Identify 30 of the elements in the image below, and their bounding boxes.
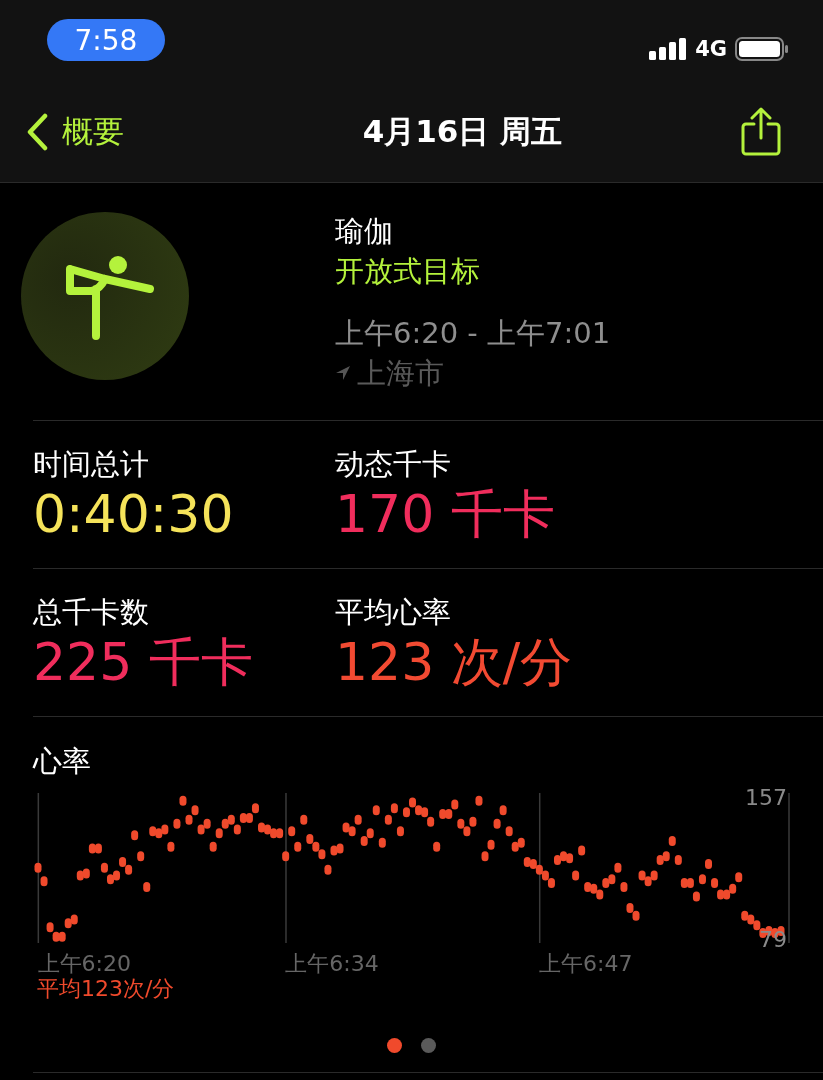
chart-title: 心率: [33, 743, 92, 780]
chevron-left-icon: [26, 113, 48, 151]
metric-value: 123 次/分: [335, 631, 574, 693]
metric-value: 225 千卡: [33, 631, 254, 693]
location-label: 上海市: [357, 355, 444, 392]
metric-value: 170 千卡: [335, 483, 556, 545]
metric-label: 总千卡数: [33, 594, 150, 631]
network-label: 4G: [695, 37, 727, 61]
status-time: 7:58: [47, 19, 165, 61]
x-tick-label: 上午6:47: [539, 951, 633, 976]
location-arrow-icon: [335, 365, 351, 381]
signal-icon: [649, 38, 688, 60]
average-label: 平均123次/分: [37, 975, 176, 1003]
time-range: 上午6:20 - 上午7:01: [335, 315, 611, 352]
metric-label: 平均心率: [335, 594, 452, 631]
page-dot[interactable]: [387, 1038, 402, 1053]
battery-icon: [735, 37, 789, 61]
metric-value: 0:40:30: [33, 483, 235, 545]
metric-label: 时间总计: [33, 446, 150, 483]
x-tick-label: 上午6:34: [285, 951, 379, 976]
workout-goal: 开放式目标: [335, 253, 481, 290]
share-icon[interactable]: [741, 107, 781, 157]
yoga-figure-icon: [20, 211, 190, 381]
workout-name: 瑜伽: [335, 213, 394, 250]
y-tick-label: 157: [745, 785, 787, 810]
x-tick-label: 上午6:20: [37, 951, 132, 976]
back-button[interactable]: 概要: [26, 111, 124, 153]
metric-label: 动态千卡: [335, 446, 452, 483]
nav-title: 4月16日 周五: [362, 112, 563, 151]
page-dot[interactable]: [421, 1038, 436, 1053]
